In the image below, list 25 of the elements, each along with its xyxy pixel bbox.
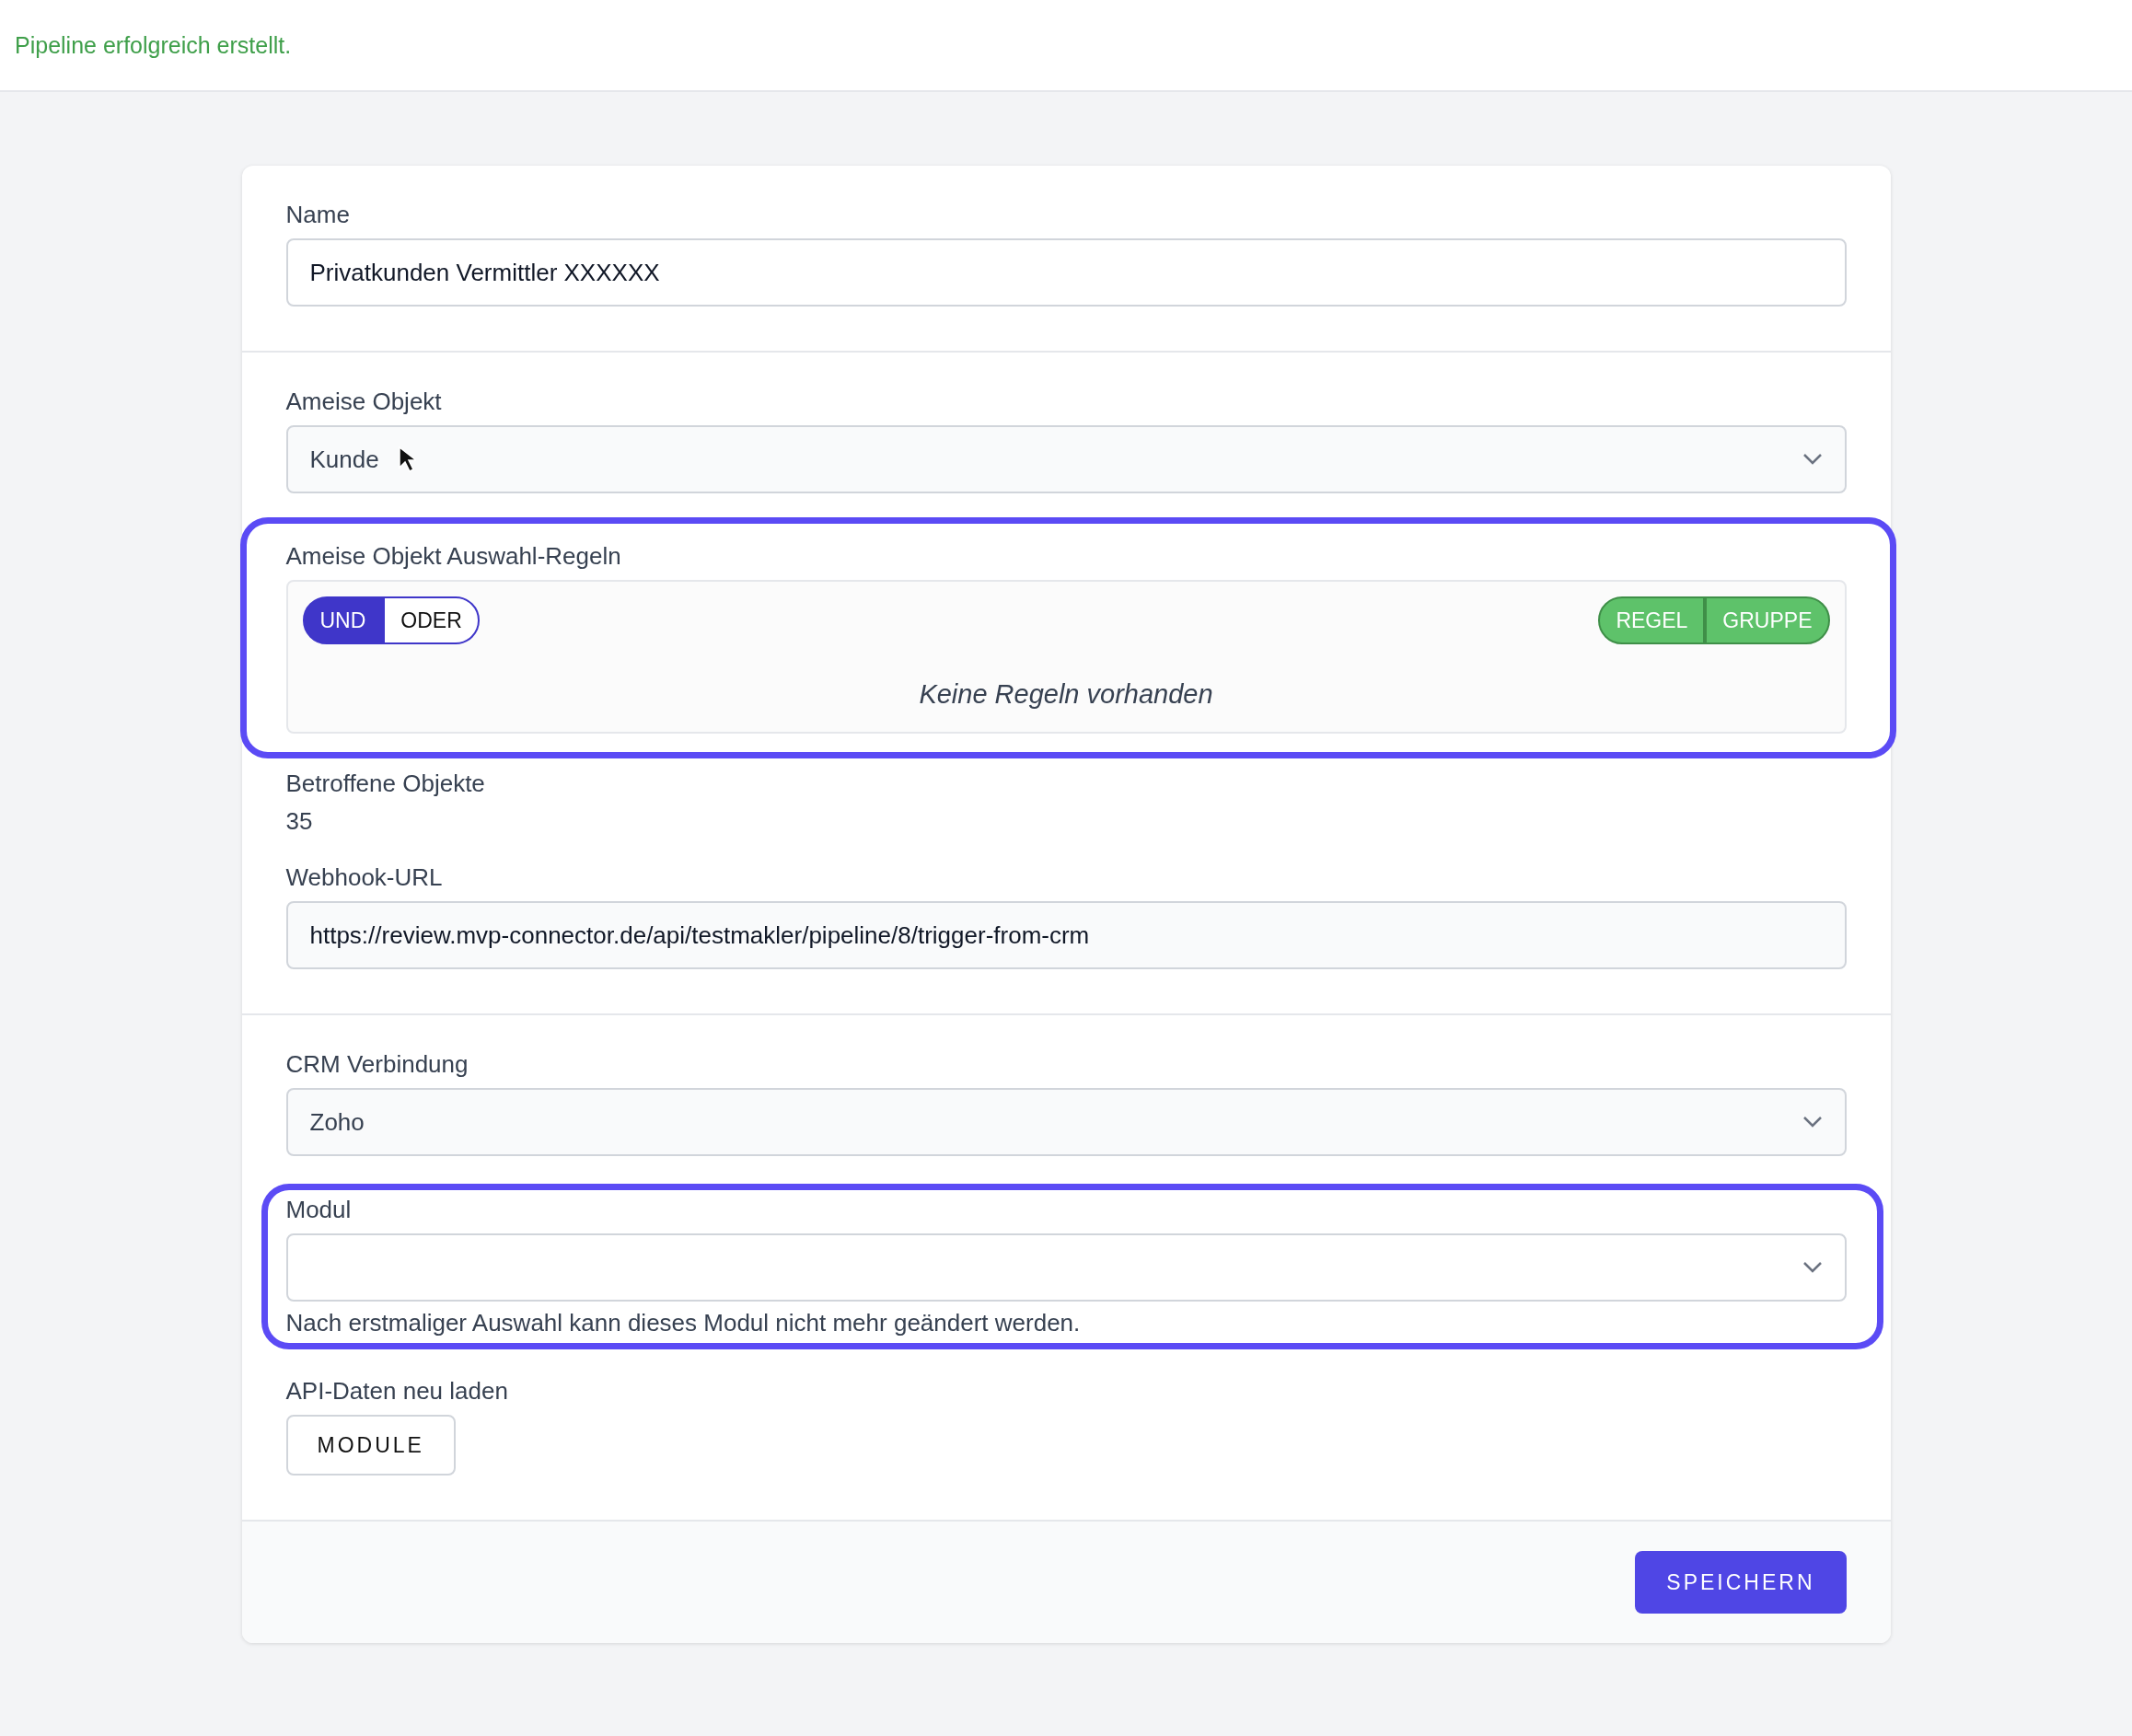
crm-select[interactable]: Zoho <box>285 1088 1847 1156</box>
field-label: API-Daten neu laden <box>285 1377 509 1406</box>
combinator-toggle[interactable]: UND <box>302 596 384 644</box>
help-text: Nach erstmaliger Auswahl kann dieses Modul nicht mehr geändert werden. <box>285 1309 1082 1337</box>
combinator-toggle[interactable]: ODER <box>383 596 480 644</box>
name-input[interactable]: Privatkunden Vermittler XXXXXX <box>285 238 1847 307</box>
save-button[interactable]: SPEICHERN <box>1635 1551 1847 1614</box>
field-label: Ameise Objekt <box>285 388 443 416</box>
chevron-down-icon <box>1802 453 1823 466</box>
chevron-down-icon <box>1802 1261 1823 1274</box>
module-select[interactable] <box>285 1233 1847 1302</box>
object-select[interactable]: Kunde <box>285 425 1847 493</box>
field-label: Betroffene Objekte <box>285 770 486 798</box>
cursor-icon <box>397 446 416 473</box>
module-reload-button[interactable]: MODULE <box>285 1415 456 1476</box>
field-label: CRM Verbindung <box>285 1050 469 1079</box>
field-label: Ameise Objekt Auswahl-Regeln <box>285 542 622 571</box>
field-label: Webhook-URL <box>285 863 444 892</box>
webhook-input[interactable]: https://review.mvp-connector.de/api/testmakler/pipeline/8/trigger-from-crm <box>285 901 1847 969</box>
field-label: Name <box>285 201 351 229</box>
field-label: Modul <box>285 1196 353 1224</box>
empty-rules-text: Keine Regeln vorhanden <box>918 679 1214 710</box>
success-message: Pipeline erfolgreich erstellt. <box>15 31 292 59</box>
chevron-down-icon <box>1802 1116 1823 1128</box>
affected-count: 35 <box>285 807 314 836</box>
